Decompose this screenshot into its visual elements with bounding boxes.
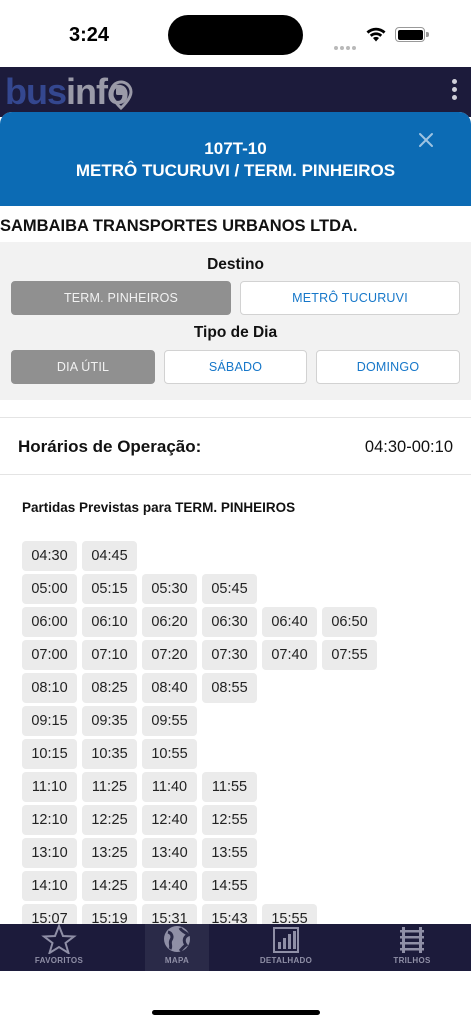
location-pin-icon	[109, 80, 133, 110]
departure-time-chip: 07:55	[322, 640, 377, 670]
status-time: 3:24	[69, 24, 110, 46]
departure-time-chip: 08:25	[82, 673, 137, 703]
departure-time-chip: 15:31	[142, 904, 197, 924]
departure-time-chip: 07:00	[22, 640, 77, 670]
tab-favoritos[interactable]: FAVORITOS	[0, 924, 118, 971]
departure-time-chip: 11:25	[82, 772, 137, 802]
operation-hours-value: 04:30-00:10	[364, 438, 453, 456]
star-icon	[41, 924, 77, 954]
departure-time-chip: 05:00	[22, 574, 77, 604]
tab-detalhado[interactable]: DETALHADO	[236, 924, 336, 971]
departure-time-chip: 10:15	[22, 739, 77, 769]
dynamic-island	[168, 15, 303, 55]
destination-button-tucuruvi[interactable]: METRÔ TUCURUVI	[240, 281, 460, 315]
departure-time-chip: 06:20	[142, 607, 197, 637]
destination-label: Destino	[207, 256, 264, 273]
departure-time-chip: 07:20	[142, 640, 197, 670]
home-indicator	[152, 1010, 320, 1015]
departure-time-chip: 15:43	[202, 904, 257, 924]
departure-time-chip: 12:10	[22, 805, 77, 835]
departures-title: Partidas Previstas para TERM. PINHEIROS	[22, 500, 296, 515]
tab-bar: FAVORITOS MAPA DETALHADO TRILHOS	[0, 924, 471, 971]
departure-time-chip: 11:40	[142, 772, 197, 802]
departure-time-chip: 12:40	[142, 805, 197, 835]
departure-time-chip: 06:30	[202, 607, 257, 637]
departure-time-chip: 13:25	[82, 838, 137, 868]
departure-time-chip: 10:55	[142, 739, 197, 769]
departure-time-chip: 08:55	[202, 673, 257, 703]
departure-time-chip: 05:15	[82, 574, 137, 604]
departure-time-chip: 10:35	[82, 739, 137, 769]
chart-icon	[273, 927, 299, 953]
departure-time-chip: 15:07	[22, 904, 77, 924]
modal-header: 107T-10 METRÔ TUCURUVI / TERM. PINHEIROS	[0, 112, 471, 206]
departure-time-chip: 13:55	[202, 838, 257, 868]
route-code: 107T-10	[204, 139, 267, 158]
operator-company: SAMBAIBA TRANSPORTES URBANOS LTDA.	[0, 217, 358, 235]
departure-time-chip: 14:40	[142, 871, 197, 901]
departure-time-chip: 15:55	[262, 904, 317, 924]
globe-icon	[164, 926, 191, 953]
departure-time-chip: 07:40	[262, 640, 317, 670]
departure-time-chip: 09:15	[22, 706, 77, 736]
departure-time-chip: 11:55	[202, 772, 257, 802]
day-type-label: Tipo de Dia	[193, 324, 278, 341]
departure-time-chip: 06:10	[82, 607, 137, 637]
divider	[0, 474, 471, 475]
departure-time-chip: 06:00	[22, 607, 77, 637]
departure-time-chip: 07:30	[202, 640, 257, 670]
departure-time-chip: 13:40	[142, 838, 197, 868]
rail-icon	[400, 927, 424, 953]
departure-time-chip: 05:45	[202, 574, 257, 604]
tab-mapa[interactable]: MAPA	[145, 924, 209, 971]
departure-time-chip: 08:40	[142, 673, 197, 703]
divider	[0, 417, 471, 418]
departure-time-chip: 13:10	[22, 838, 77, 868]
battery-icon	[395, 27, 429, 42]
departure-time-chip: 14:55	[202, 871, 257, 901]
options-panel: Destino TERM. PINHEIROS METRÔ TUCURUVI T…	[0, 242, 471, 400]
operation-hours-label: Horários de Operação:	[18, 437, 202, 456]
more-options-icon[interactable]	[449, 79, 459, 103]
day-type-button-saturday[interactable]: SÁBADO	[164, 350, 307, 384]
day-type-button-weekday[interactable]: DIA ÚTIL	[11, 350, 155, 384]
schedule-modal: 107T-10 METRÔ TUCURUVI / TERM. PINHEIROS…	[0, 112, 471, 924]
departure-time-chip: 06:50	[322, 607, 377, 637]
departure-time-chip: 08:10	[22, 673, 77, 703]
departure-time-chip: 05:30	[142, 574, 197, 604]
day-type-button-sunday[interactable]: DOMINGO	[316, 350, 460, 384]
close-icon[interactable]	[416, 130, 436, 150]
departure-time-chip: 09:55	[142, 706, 197, 736]
tab-trilhos[interactable]: TRILHOS	[362, 924, 462, 971]
departure-time-chip: 09:35	[82, 706, 137, 736]
departure-time-chip: 14:25	[82, 871, 137, 901]
departure-time-chip: 15:19	[82, 904, 137, 924]
status-bar: 3:24	[0, 0, 471, 68]
wifi-icon	[366, 27, 386, 42]
departure-time-chip: 14:10	[22, 871, 77, 901]
departure-time-chip: 12:55	[202, 805, 257, 835]
app-header: businfo	[0, 67, 471, 117]
departure-time-chip: 04:45	[82, 541, 137, 571]
departure-time-chip: 11:10	[22, 772, 77, 802]
cellular-signal-icon	[334, 37, 358, 50]
departure-time-chip: 12:25	[82, 805, 137, 835]
departure-time-chip: 07:10	[82, 640, 137, 670]
route-name: METRÔ TUCURUVI / TERM. PINHEIROS	[75, 161, 396, 180]
destination-button-pinheiros[interactable]: TERM. PINHEIROS	[11, 281, 231, 315]
departure-time-chip: 06:40	[262, 607, 317, 637]
departure-time-chip: 04:30	[22, 541, 77, 571]
